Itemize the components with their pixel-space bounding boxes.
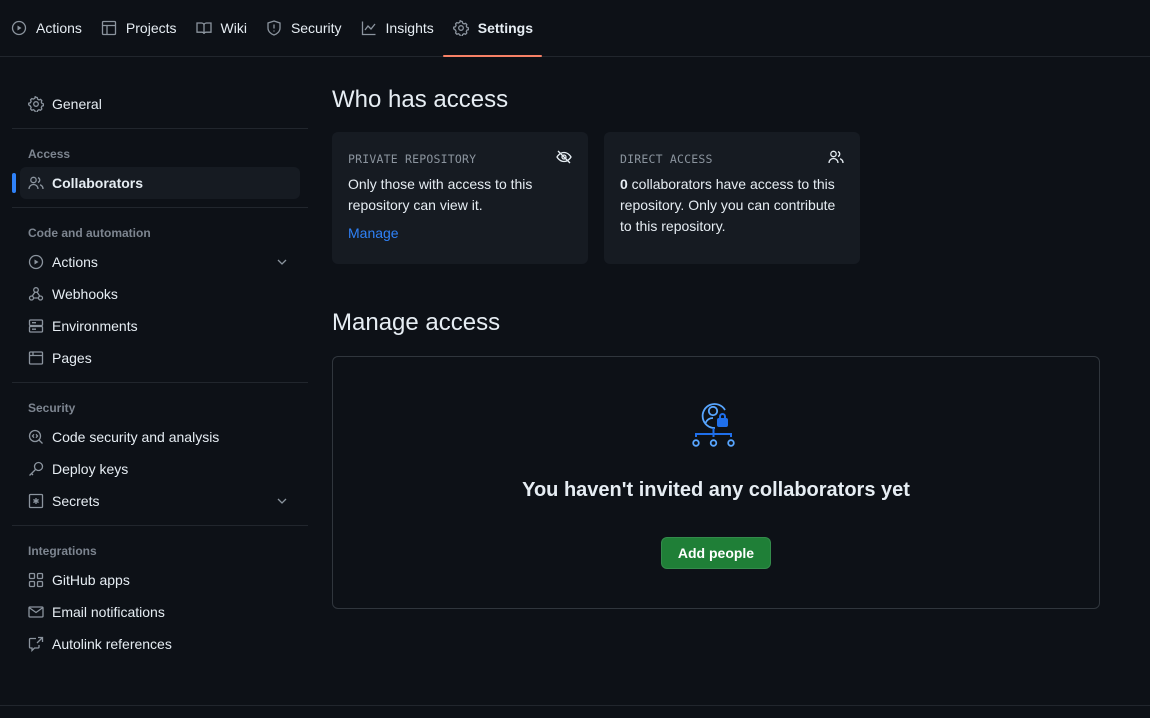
codescan-icon (28, 429, 43, 444)
sidebar-heading-integrations: Integrations (28, 544, 97, 558)
sidebar-item-label: Environments (52, 318, 138, 334)
add-people-button[interactable]: Add people (661, 537, 771, 569)
direct-access-card: DIRECT ACCESS 0 collaborators have acces… (604, 132, 860, 264)
chevron-down-icon[interactable] (274, 493, 290, 509)
key-icon (29, 461, 44, 476)
tab-insights[interactable]: Insights (351, 0, 443, 56)
play-icon (11, 20, 27, 35)
divider (12, 128, 308, 129)
table-icon (101, 20, 117, 35)
sidebar-item-webhooks[interactable]: Webhooks (12, 278, 308, 310)
tab-label: Projects (125, 19, 177, 36)
tab-label: Actions (36, 19, 82, 36)
people-icon (28, 176, 44, 190)
asterisk-icon (28, 493, 44, 509)
footer-divider (0, 705, 1150, 706)
sidebar-item-label: Actions (52, 254, 98, 270)
tab-actions[interactable]: Actions (0, 0, 91, 56)
card-title: PRIVATE REPOSITORY (348, 152, 477, 166)
card-text: Only those with access to this repositor… (348, 176, 533, 213)
sidebar-item-label: Email notifications (52, 604, 165, 620)
cross-reference-icon (28, 636, 44, 652)
sidebar-item-deploy-keys[interactable]: Deploy keys (12, 453, 308, 485)
sidebar-heading-access: Access (28, 147, 71, 161)
sidebar-item-label: General (52, 96, 102, 112)
gear-icon (28, 96, 44, 112)
sidebar-heading-security: Security (28, 401, 76, 415)
divider (12, 382, 308, 383)
play-icon (28, 254, 44, 270)
who-has-access-title: Who has access (332, 86, 509, 113)
chevron-down-icon[interactable] (274, 254, 290, 270)
mail-icon (28, 606, 44, 618)
apps-icon (28, 572, 44, 588)
person-lock-network-icon (692, 403, 735, 447)
tab-label: Wiki (220, 19, 247, 36)
tab-projects[interactable]: Projects (91, 0, 186, 56)
divider (12, 525, 308, 526)
book-icon (195, 21, 212, 34)
sidebar-item-label: Webhooks (52, 286, 118, 302)
graph-icon (361, 21, 376, 35)
settings-sidebar: General Access Collaborators Code and au… (12, 88, 308, 660)
sidebar-item-actions[interactable]: Actions (12, 246, 308, 278)
card-title: DIRECT ACCESS (620, 152, 713, 166)
sidebar-item-environments[interactable]: Environments (12, 310, 308, 342)
sidebar-item-label: GitHub apps (52, 572, 130, 588)
sidebar-item-label: Secrets (52, 493, 100, 509)
sidebar-item-pages[interactable]: Pages (12, 342, 308, 374)
eye-closed-icon (556, 150, 572, 164)
sidebar-item-code-security[interactable]: Code security and analysis (12, 421, 308, 453)
tab-security[interactable]: Security (256, 0, 351, 56)
sidebar-item-github-apps[interactable]: GitHub apps (12, 564, 308, 596)
sidebar-item-autolink-references[interactable]: Autolink references (12, 628, 308, 660)
sidebar-heading-code-automation: Code and automation (28, 226, 151, 240)
shield-icon (267, 19, 281, 36)
tab-label: Settings (477, 19, 533, 36)
tab-wiki[interactable]: Wiki (186, 0, 256, 56)
manage-access-box: You haven't invited any collaborators ye… (332, 356, 1100, 609)
browser-icon (28, 351, 44, 365)
tab-settings[interactable]: Settings (442, 0, 543, 57)
sidebar-item-label: Code security and analysis (52, 429, 220, 445)
people-icon (828, 150, 844, 164)
sidebar-item-email-notifications[interactable]: Email notifications (12, 596, 308, 628)
sidebar-item-collaborators[interactable]: Collaborators (12, 167, 300, 199)
sidebar-item-label: Deploy keys (52, 461, 129, 477)
sidebar-item-label: Collaborators (52, 175, 144, 191)
divider (12, 207, 308, 208)
collaborator-count: 0 (620, 176, 628, 192)
card-text: 0 collaborators have access to this repo… (620, 174, 844, 237)
empty-state-title: You haven't invited any collaborators ye… (522, 479, 910, 501)
webhook-icon (28, 287, 44, 301)
server-icon (28, 319, 44, 333)
sidebar-item-secrets[interactable]: Secrets (12, 485, 308, 517)
repo-nav: Actions Projects Wiki Security Insights … (0, 0, 1150, 57)
sidebar-item-general[interactable]: General (12, 88, 308, 120)
gear-icon (452, 19, 469, 36)
tab-label: Insights (385, 19, 434, 36)
manage-access-title: Manage access (332, 309, 501, 336)
tab-label: Security (290, 19, 342, 36)
direct-access-text: collaborators have access to this reposi… (620, 176, 836, 234)
manage-link[interactable]: Manage (348, 225, 399, 241)
private-repository-card: PRIVATE REPOSITORY Only those with acces… (332, 132, 588, 264)
sidebar-item-label: Pages (52, 350, 92, 366)
sidebar-item-label: Autolink references (52, 636, 172, 652)
